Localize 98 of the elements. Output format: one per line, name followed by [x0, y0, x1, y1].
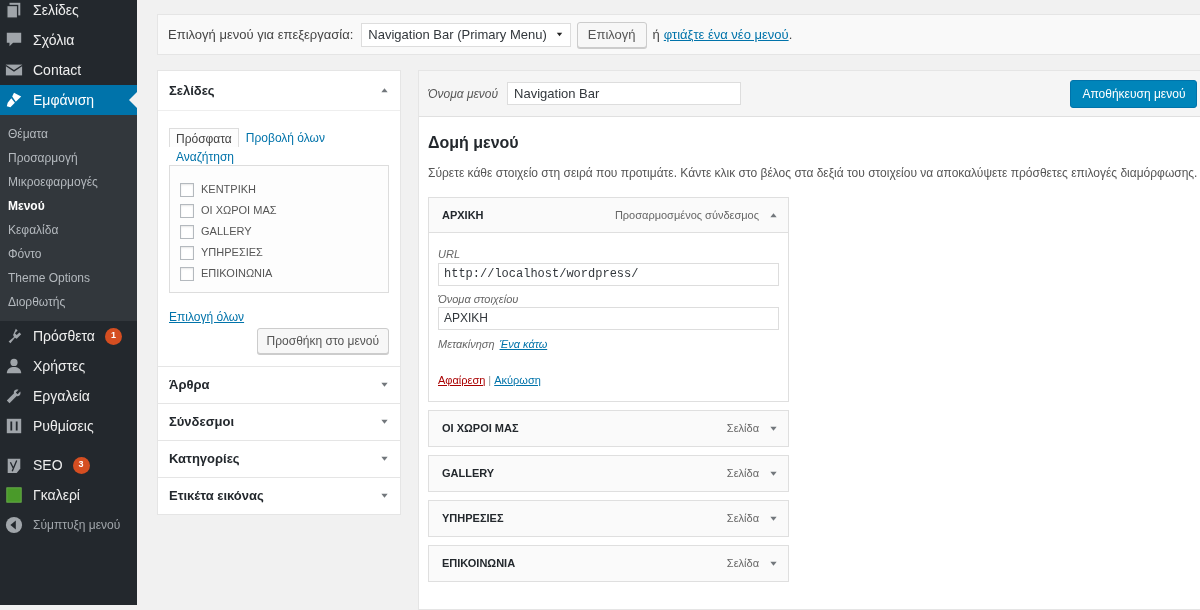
- select-all-link[interactable]: Επιλογή όλων: [169, 308, 245, 326]
- sidebar-item[interactable]: Πρόσθετα 1: [0, 321, 137, 351]
- sidebar-label: SEO: [33, 455, 63, 475]
- menu-item-bar[interactable]: ΥΠΗΡΕΣΙΕΣ Σελίδα: [429, 501, 788, 536]
- save-menu-button[interactable]: Αποθήκευση μενού: [1070, 79, 1198, 108]
- period-text: .: [788, 25, 793, 44]
- move-label: Μετακίνηση: [438, 337, 495, 352]
- tab[interactable]: Πρόσφατα: [169, 128, 239, 147]
- menu-item-title: ΑΡΧΙΚΗ: [442, 207, 484, 223]
- checkbox[interactable]: [180, 266, 194, 281]
- user-icon: [5, 357, 23, 375]
- submenu-item[interactable]: Φόντο: [0, 242, 137, 266]
- wrench-icon: [5, 387, 23, 405]
- sidebar-item[interactable]: Σελίδες: [0, 0, 137, 25]
- field-label: Όνομα στοιχείου: [438, 291, 520, 307]
- brush-icon: [5, 91, 23, 109]
- item-type-label: Σελίδα: [726, 556, 759, 572]
- sidebar-label: Χρήστες: [33, 356, 86, 376]
- create-menu-link[interactable]: φτιάξτε ένα νέο μενού: [663, 24, 789, 45]
- sidebar-label: Σελίδες: [33, 0, 79, 20]
- sidebar-label: Σχόλια: [33, 30, 75, 50]
- menu-name-field[interactable]: Navigation Bar: [507, 82, 742, 105]
- item-type-label: Σελίδα: [726, 421, 759, 437]
- item-type-label: Σελίδα: [726, 466, 759, 482]
- instructions-text: Σύρετε κάθε στοιχείο στη σειρά που προτιμάτε. Κάντε κλικ στο βέλος στα δεξιά του στοιχείου να αποκαλύψετε πρόσθετες επιλογές διαμόρφωσης.: [428, 165, 1198, 182]
- sidebar-label: Εργαλεία: [33, 386, 90, 406]
- sidebar-item[interactable]: Γκαλερί: [0, 480, 137, 510]
- remove-link[interactable]: Αφαίρεση: [438, 371, 486, 388]
- sidebar-label: Εμφάνιση: [33, 90, 95, 110]
- sidebar-label: Ρυθμίσεις: [33, 416, 94, 436]
- checkbox-label: ΚΕΝΤΡΙΚΗ: [201, 182, 256, 198]
- add-to-menu-button[interactable]: Προσθήκη στο μενού: [256, 327, 389, 354]
- select-label: Επιλογή μενού για επεξεργασία:: [168, 25, 354, 44]
- field-label: URL: [438, 247, 461, 262]
- accordion-panel[interactable]: Ετικέτα εικόνας: [157, 477, 401, 515]
- menu-item-title: GALLERY: [442, 466, 495, 482]
- item-type-label: Προσαρμοσμένος σύνδεσμος: [614, 207, 759, 223]
- sliders-icon: [5, 417, 23, 435]
- panel-title: Άρθρα: [169, 375, 210, 394]
- accordion-panel[interactable]: Άρθρα: [157, 366, 401, 404]
- sidebar-label: Γκαλερί: [33, 485, 80, 505]
- checkbox-label: ΥΠΗΡΕΣΙΕΣ: [201, 245, 263, 261]
- menu-item-bar[interactable]: ΟΙ ΧΩΡΟΙ ΜΑΣ Σελίδα: [429, 411, 788, 446]
- collapse-menu-button[interactable]: Σύμπτυξη μενού: [0, 510, 137, 540]
- collapse-icon: [5, 516, 23, 534]
- count-badge: 1: [104, 327, 122, 345]
- submenu-item[interactable]: Κεφαλίδα: [0, 218, 137, 242]
- tab[interactable]: Αναζήτηση: [169, 147, 241, 165]
- sidebar-item[interactable]: Χρήστες: [0, 351, 137, 381]
- submenu-item[interactable]: Μενού: [0, 194, 137, 218]
- sidebar-item[interactable]: Εμφάνιση: [0, 85, 137, 115]
- menu-item-title: ΕΠΙΚΟΙΝΩΝΙΑ: [442, 556, 516, 572]
- panel-title: Κατηγορίες: [169, 449, 240, 468]
- checkbox[interactable]: [180, 203, 194, 218]
- accordion-panel[interactable]: Σύνδεσμοι: [157, 403, 401, 441]
- submenu-item[interactable]: Theme Options: [0, 266, 137, 290]
- accordion-panel[interactable]: Κατηγορίες: [157, 440, 401, 478]
- y-logo-icon: [5, 456, 23, 474]
- submenu-item[interactable]: Θέματα: [0, 122, 137, 146]
- panel-title[interactable]: Σελίδες: [169, 80, 215, 101]
- checkbox[interactable]: [180, 224, 194, 239]
- tab[interactable]: Προβολή όλων: [238, 128, 332, 147]
- separator-text: |: [488, 372, 492, 388]
- section-heading: Δομή μενού: [428, 133, 520, 153]
- sidebar-item[interactable]: Ρυθμίσεις: [0, 411, 137, 441]
- sidebar-label: Πρόσθετα: [33, 326, 95, 346]
- submenu-item[interactable]: Διορθωτής: [0, 290, 137, 314]
- url-field[interactable]: http://localhost/wordpress/: [438, 262, 779, 286]
- checkbox-label: GALLERY: [201, 224, 252, 240]
- item-type-label: Σελίδα: [726, 511, 759, 527]
- menu-item-title: ΥΠΗΡΕΣΙΕΣ: [442, 511, 504, 527]
- checkbox-label: ΕΠΙΚΟΙΝΩΝΙΑ: [201, 266, 273, 282]
- dropdown-caret-icon: [554, 30, 564, 39]
- menu-item-title: ΟΙ ΧΩΡΟΙ ΜΑΣ: [442, 421, 519, 437]
- count-badge: 3: [72, 456, 90, 474]
- submenu-item[interactable]: Μικροεφαρμογές: [0, 170, 137, 194]
- sidebar-label: Contact: [33, 60, 82, 80]
- square-icon: [5, 486, 23, 504]
- menu-name-label: Όνομα μενού: [428, 85, 499, 103]
- checkbox-label: ΟΙ ΧΩΡΟΙ ΜΑΣ: [201, 203, 277, 219]
- item-name-field[interactable]: ΑΡΧΙΚΗ: [438, 307, 779, 330]
- select-button[interactable]: Επιλογή: [576, 21, 647, 48]
- move-down-link[interactable]: Ένα κάτω: [499, 336, 548, 353]
- checkbox[interactable]: [180, 245, 194, 260]
- or-text: ή: [652, 25, 660, 44]
- sidebar-item[interactable]: SEO 3: [0, 450, 137, 480]
- dropdown-value: Navigation Bar (Primary Menu): [368, 25, 547, 44]
- panel-title: Σύνδεσμοι: [169, 412, 235, 431]
- menu-item-bar[interactable]: GALLERY Σελίδα: [429, 456, 788, 491]
- sidebar-item[interactable]: Εργαλεία: [0, 381, 137, 411]
- checkbox[interactable]: [180, 182, 194, 197]
- sidebar-item[interactable]: Contact: [0, 55, 137, 85]
- cancel-link[interactable]: Ακύρωση: [494, 371, 541, 388]
- panel-title: Ετικέτα εικόνας: [169, 486, 264, 505]
- menu-dropdown[interactable]: Navigation Bar (Primary Menu): [361, 22, 571, 47]
- submenu-item[interactable]: Προσαρμογή: [0, 146, 137, 170]
- menu-item-bar[interactable]: ΕΠΙΚΟΙΝΩΝΙΑ Σελίδα: [429, 546, 788, 581]
- sidebar-item[interactable]: Σχόλια: [0, 25, 137, 55]
